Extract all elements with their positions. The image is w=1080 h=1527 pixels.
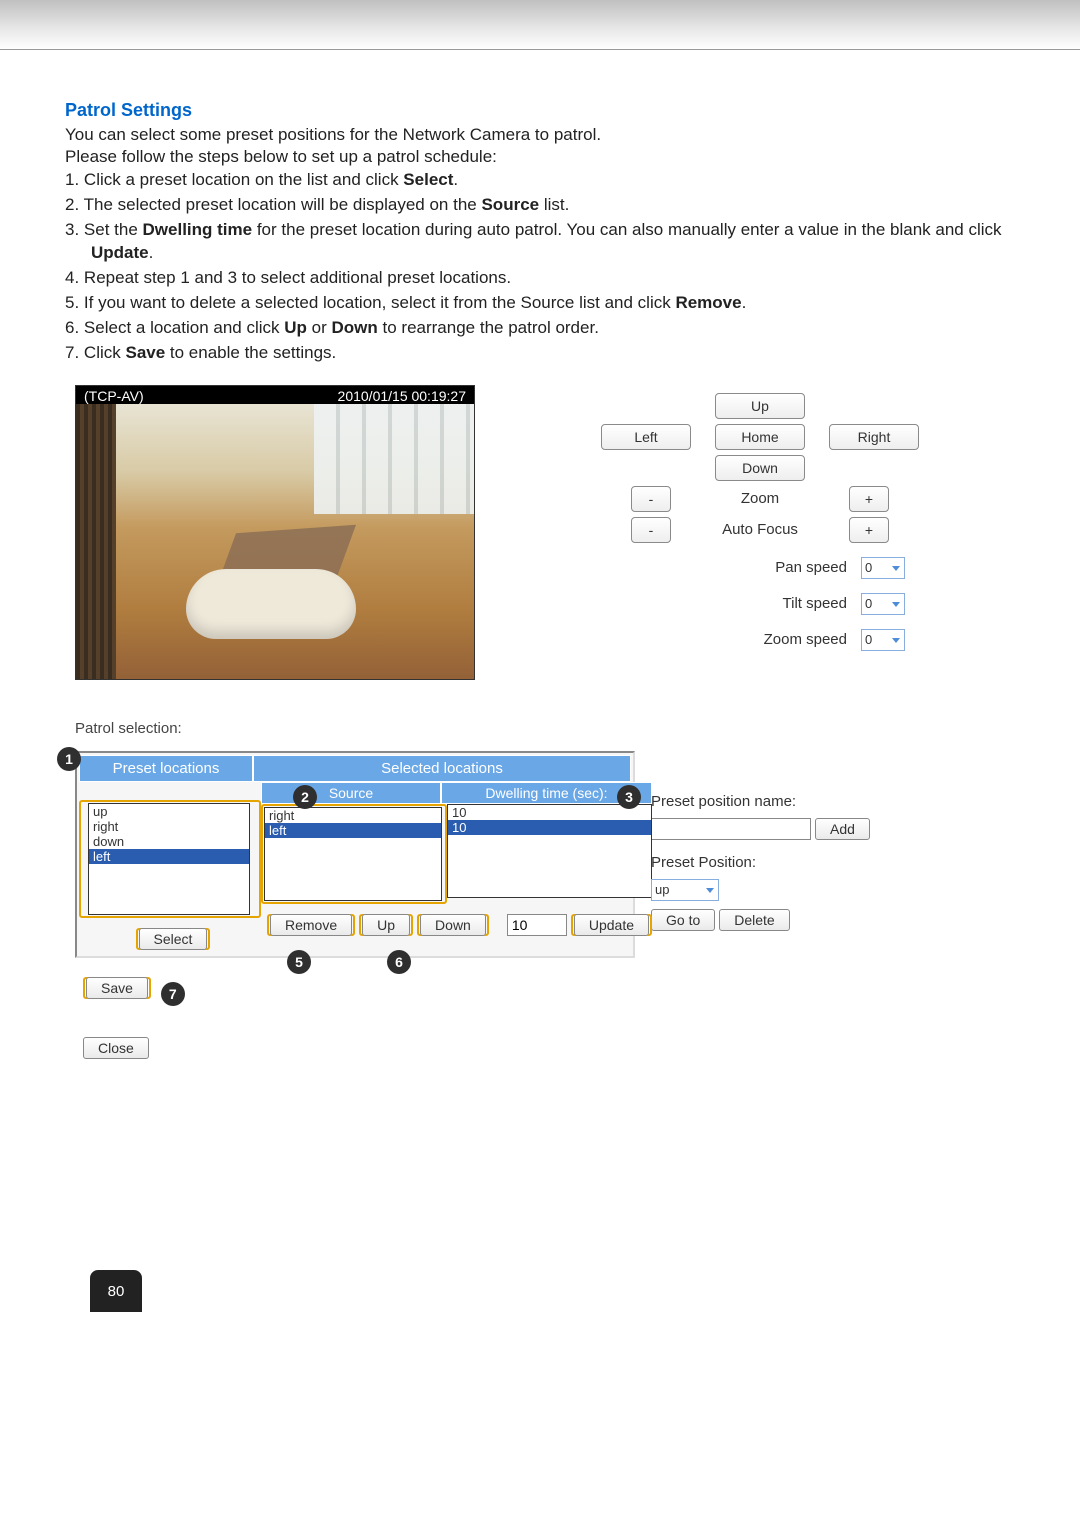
preset-locations-header: Preset locations bbox=[79, 755, 253, 782]
focus-near-button[interactable]: - bbox=[631, 517, 671, 543]
callout-1: 1 bbox=[57, 747, 81, 771]
step-5: 5. If you want to delete a selected loca… bbox=[65, 292, 1015, 315]
callout-5: 5 bbox=[287, 950, 311, 974]
callout-2: 2 bbox=[293, 785, 317, 809]
section-title: Patrol Settings bbox=[65, 100, 1015, 121]
preset-position-select[interactable]: up bbox=[651, 879, 719, 901]
step-4: 4. Repeat step 1 and 3 to select additio… bbox=[65, 267, 1015, 290]
source-list[interactable]: right left bbox=[264, 807, 442, 901]
tilt-speed-label: Tilt speed bbox=[783, 595, 847, 612]
list-item[interactable]: left bbox=[265, 823, 441, 838]
camera-codec-label: (TCP-AV) bbox=[84, 388, 144, 404]
ptz-right-button[interactable]: Right bbox=[829, 424, 919, 450]
list-item[interactable]: left bbox=[89, 849, 249, 864]
tilt-speed-select[interactable]: 0 bbox=[861, 593, 905, 615]
ptz-left-button[interactable]: Left bbox=[601, 424, 691, 450]
patrol-selection-label: Patrol selection: bbox=[75, 720, 1015, 737]
zoom-out-button[interactable]: - bbox=[631, 486, 671, 512]
zoom-label: Zoom bbox=[695, 490, 825, 507]
dwell-list[interactable]: 10 10 bbox=[447, 804, 652, 898]
callout-3: 3 bbox=[617, 785, 641, 809]
pan-speed-label: Pan speed bbox=[775, 559, 847, 576]
preset-locations-list[interactable]: up right down left bbox=[88, 803, 250, 915]
steps-list: 1. Click a preset location on the list a… bbox=[65, 169, 1015, 365]
focus-far-button[interactable]: + bbox=[849, 517, 889, 543]
step-1: 1. Click a preset location on the list a… bbox=[65, 169, 1015, 192]
callout-7: 7 bbox=[161, 982, 185, 1006]
list-item[interactable]: right bbox=[265, 808, 441, 823]
select-button[interactable]: Select bbox=[139, 928, 208, 950]
close-button[interactable]: Close bbox=[83, 1037, 149, 1059]
preset-position-panel: Preset position name: Add Preset Positio… bbox=[651, 751, 870, 939]
preset-name-label: Preset position name: bbox=[651, 793, 796, 810]
step-2: 2. The selected preset location will be … bbox=[65, 194, 1015, 217]
selected-locations-header: Selected locations bbox=[253, 755, 631, 782]
step-6: 6. Select a location and click Up or Dow… bbox=[65, 317, 1015, 340]
patrol-frame: 1 2 3 5 6 Preset locations Selected loca… bbox=[75, 751, 635, 958]
autofocus-label: Auto Focus bbox=[695, 521, 825, 538]
goto-button[interactable]: Go to bbox=[651, 909, 715, 931]
step-7: 7. Click Save to enable the settings. bbox=[65, 342, 1015, 365]
steps-intro: Please follow the steps below to set up … bbox=[65, 147, 1015, 167]
ptz-down-button[interactable]: Down bbox=[715, 455, 805, 481]
add-button[interactable]: Add bbox=[815, 818, 870, 840]
list-item[interactable]: down bbox=[89, 834, 249, 849]
up-button[interactable]: Up bbox=[362, 914, 410, 936]
ptz-up-button[interactable]: Up bbox=[715, 393, 805, 419]
list-item[interactable]: 10 bbox=[448, 820, 651, 835]
delete-button[interactable]: Delete bbox=[719, 909, 789, 931]
down-button[interactable]: Down bbox=[420, 914, 486, 936]
page-number-badge: 80 bbox=[90, 1270, 142, 1312]
preset-position-label: Preset Position: bbox=[651, 854, 756, 871]
camera-room-image bbox=[76, 404, 474, 679]
step-3: 3. Set the Dwelling time for the preset … bbox=[65, 219, 1015, 265]
preset-name-input[interactable] bbox=[651, 818, 811, 840]
ptz-controls: Up Left Home Right Down - Zoom + - Auto … bbox=[505, 385, 1015, 680]
remove-button[interactable]: Remove bbox=[270, 914, 352, 936]
camera-timestamp: 2010/01/15 00:19:27 bbox=[338, 388, 466, 404]
zoom-in-button[interactable]: + bbox=[849, 486, 889, 512]
list-item[interactable]: 10 bbox=[448, 805, 651, 820]
list-item[interactable]: right bbox=[89, 819, 249, 834]
intro-text: You can select some preset positions for… bbox=[65, 125, 1015, 145]
update-button[interactable]: Update bbox=[574, 914, 649, 936]
callout-6: 6 bbox=[387, 950, 411, 974]
dwell-time-input[interactable] bbox=[507, 914, 567, 936]
source-header: Source bbox=[261, 782, 441, 804]
list-item[interactable]: up bbox=[89, 804, 249, 819]
zoom-speed-label: Zoom speed bbox=[764, 631, 847, 648]
ptz-home-button[interactable]: Home bbox=[715, 424, 805, 450]
zoom-speed-select[interactable]: 0 bbox=[861, 629, 905, 651]
page-header-strip bbox=[0, 0, 1080, 50]
pan-speed-select[interactable]: 0 bbox=[861, 557, 905, 579]
camera-preview: (TCP-AV) 2010/01/15 00:19:27 bbox=[75, 385, 475, 680]
save-button[interactable]: Save bbox=[86, 977, 148, 999]
